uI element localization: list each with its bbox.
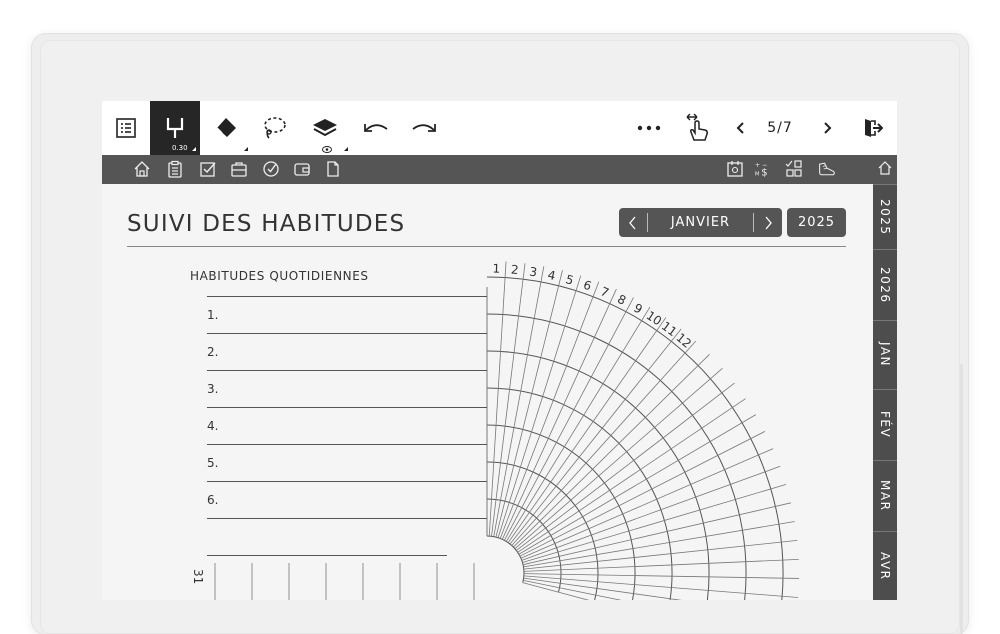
tracker-spoke [523, 573, 799, 579]
scrollbar[interactable] [960, 364, 963, 634]
tracker-day-label: 4 [546, 268, 556, 283]
bottom-day-label: 31 [191, 569, 205, 585]
tracker-spoke [523, 558, 799, 572]
tracker-ring-8 [486, 276, 784, 600]
side-tab-home[interactable] [873, 155, 897, 185]
tracker-day-label: 9 [631, 301, 645, 317]
habit-row-4-line[interactable] [207, 407, 487, 408]
tracker-day-label: 5 [564, 272, 575, 288]
side-tab-mar[interactable]: MAR [873, 461, 897, 532]
tracker-spoke [491, 263, 526, 537]
habit-row-3-number: 3. [207, 382, 219, 396]
side-tab-2025[interactable]: 2025 [873, 185, 897, 250]
tracker-spoke [523, 521, 795, 568]
tracker-spoke [522, 484, 787, 563]
tracker-day-label: 10 [644, 308, 664, 328]
tracker-day-label: 2 [510, 262, 519, 277]
habit-row-2-number: 2. [207, 345, 219, 359]
side-tabs: 2025 2026 JAN FÉV MAR AVR [873, 155, 897, 600]
tracker-spoke [514, 368, 723, 550]
habit-row-5-number: 5. [207, 456, 219, 470]
habit-row-1-line[interactable] [207, 296, 487, 297]
side-tab-2026[interactable]: 2026 [873, 250, 897, 321]
screen: 0.30 5/7 + − M $ 2025 2026 JAN FÉV MAR A… [102, 101, 897, 600]
side-tab-jan[interactable]: JAN [873, 321, 897, 390]
tracker-spoke [516, 382, 735, 551]
tracker-spoke [499, 281, 600, 539]
tracker-spoke [511, 340, 697, 546]
habit-row-2-line[interactable] [207, 333, 487, 334]
habit-row-1-number: 1. [207, 308, 219, 322]
tracker-day-label: 7 [599, 284, 611, 300]
habit-row-4-number: 4. [207, 419, 219, 433]
tracker-ring-1 [486, 535, 525, 583]
tracker-day-label: 12 [673, 330, 694, 351]
habit-row-6-line[interactable] [207, 481, 487, 482]
habit-row-8-line[interactable] [207, 555, 447, 556]
tracker-spoke [493, 266, 545, 537]
tracker-spoke [495, 270, 563, 538]
tracker-spoke [522, 582, 590, 600]
habit-row-3-line[interactable] [207, 370, 487, 371]
home-icon [878, 161, 892, 178]
tracker-day-label: 8 [615, 292, 628, 308]
tracker-spoke [505, 306, 651, 542]
tracker-day-label: 3 [528, 265, 538, 280]
habit-row-7-line[interactable] [207, 518, 487, 519]
side-tab-fev[interactable]: FÉV [873, 390, 897, 461]
tracker-ring-5 [486, 387, 673, 600]
tracker-day-label: 6 [581, 278, 593, 294]
tracker-day-label: 1 [492, 262, 500, 276]
habit-row-5-line[interactable] [207, 444, 487, 445]
side-tab-avr[interactable]: AVR [873, 532, 897, 600]
habit-row-6-number: 6. [207, 493, 219, 507]
tracker-spoke [488, 261, 507, 537]
tracker-spoke [504, 297, 634, 541]
